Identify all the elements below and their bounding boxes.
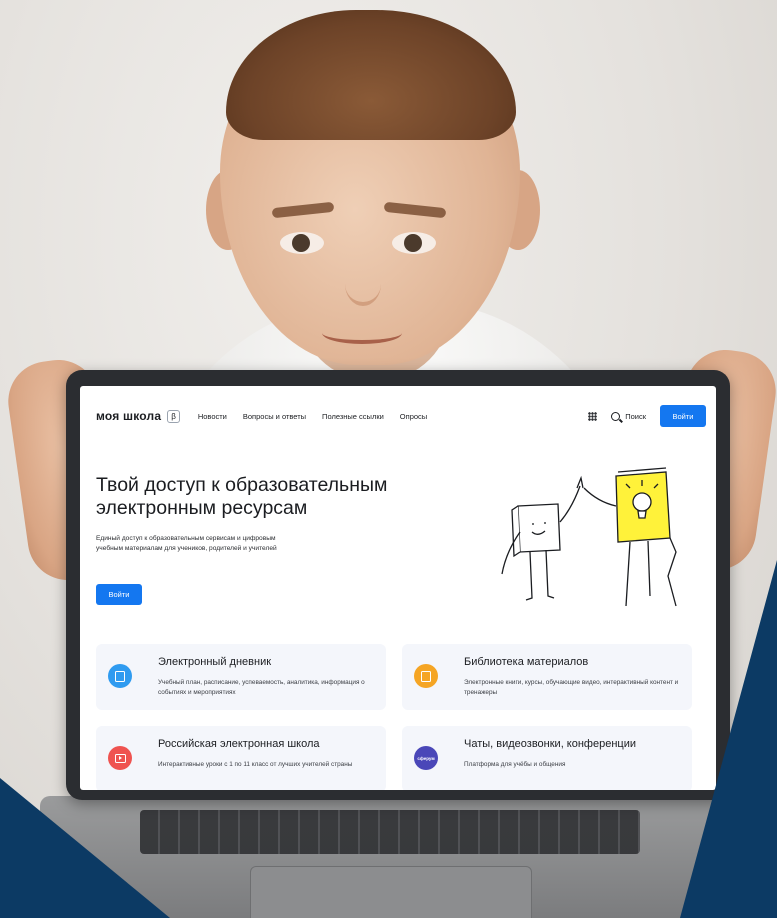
card-description: Учебный план, расписание, успеваемость, … (158, 679, 365, 696)
nav-link-polls[interactable]: Опросы (400, 412, 427, 421)
laptop-touchpad (250, 866, 532, 918)
boy-right-eye (392, 232, 436, 254)
card-title: Электронный дневник (158, 656, 272, 668)
card-title: Российская электронная школа (158, 738, 320, 750)
card-materials-library[interactable]: Библиотека материалов Электронные книги,… (402, 644, 692, 710)
laptop-screen: моя школа β Новости Вопросы и ответы Пол… (80, 386, 716, 790)
card-chats-video-calls[interactable]: сферум Чаты, видеозвонки, конференции Пл… (402, 726, 692, 790)
hero-title: Твой доступ к образовательным электронны… (96, 474, 388, 519)
hero-subtitle: Единый доступ к образовательным сервисам… (96, 535, 277, 552)
nav-link-news[interactable]: Новости (198, 412, 227, 421)
main-nav: Новости Вопросы и ответы Полезные ссылки… (198, 412, 427, 421)
card-title: Чаты, видеозвонки, конференции (464, 738, 637, 750)
card-description: Платформа для учёбы и общения (464, 761, 566, 768)
header-login-button[interactable]: Войти (660, 405, 706, 427)
card-description: Электронные книги, курсы, обучающие виде… (464, 679, 679, 696)
site-logo[interactable]: моя школа (96, 409, 161, 423)
navy-corner-left (0, 778, 170, 918)
laptop-keyboard (140, 810, 640, 854)
boy-nose (345, 262, 381, 306)
card-description: Интерактивные уроки с 1 по 11 класс от л… (158, 761, 353, 768)
boy-left-eye (280, 232, 324, 254)
nav-link-faq[interactable]: Вопросы и ответы (243, 412, 306, 421)
hero-login-button[interactable]: Войти (96, 584, 142, 605)
boy-smile (322, 322, 402, 344)
search-icon (611, 411, 621, 421)
search-button[interactable]: Поиск (611, 411, 646, 421)
navy-corner-right (680, 560, 777, 918)
apps-grid-icon[interactable] (588, 411, 598, 421)
beta-badge: β (167, 409, 180, 423)
card-title: Библиотека материалов (464, 656, 589, 668)
header-actions: Поиск Войти (588, 405, 706, 427)
site-header: моя школа β Новости Вопросы и ответы Пол… (96, 402, 706, 430)
diary-icon (108, 664, 132, 688)
photo-scene: моя школа β Новости Вопросы и ответы Пол… (0, 0, 777, 918)
hero-illustration (501, 467, 677, 607)
board-character (501, 475, 584, 601)
search-label: Поиск (625, 411, 646, 421)
sferum-icon: сферум (414, 746, 438, 770)
books-icon (414, 664, 438, 688)
nav-link-useful-links[interactable]: Полезные ссылки (322, 412, 384, 421)
